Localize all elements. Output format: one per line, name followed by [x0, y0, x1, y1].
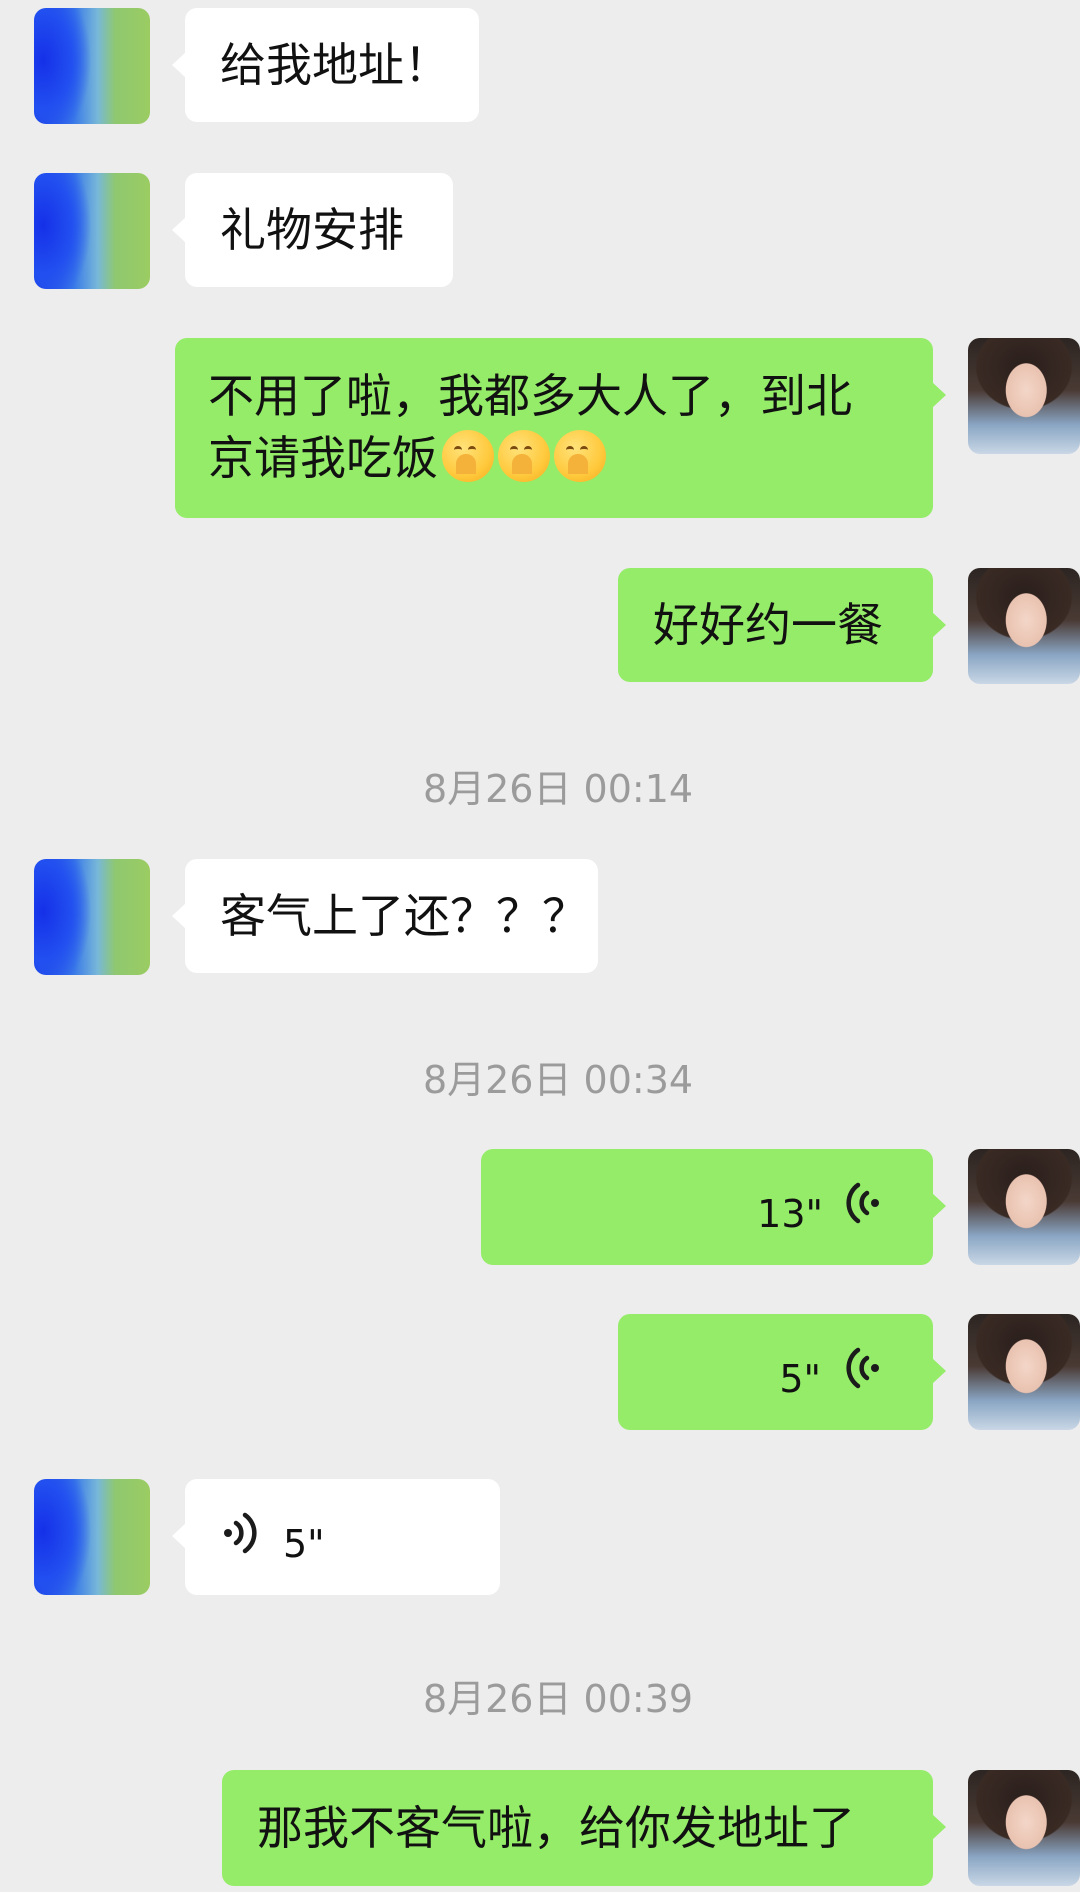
- message-text: 好好约一餐: [653, 598, 883, 652]
- message-text: 客气上了还？？？: [220, 889, 588, 943]
- message-bubble-outgoing[interactable]: 那我不客气啦，给你发地址了: [222, 1770, 946, 1886]
- voice-wave-icon: [846, 1347, 879, 1389]
- face-with-hand-over-mouth-emoji: [554, 430, 606, 482]
- message-bubble-incoming[interactable]: 礼物安排: [172, 173, 453, 287]
- voice-duration: 13": [757, 1192, 823, 1236]
- my-avatar[interactable]: [968, 338, 1080, 454]
- voice-duration: 5": [283, 1522, 325, 1566]
- message-text: 礼物安排: [220, 203, 404, 257]
- message-bubble-outgoing[interactable]: 不用了啦，我都多大人了，到北 京请我吃饭: [175, 338, 946, 518]
- chat-timestamp: 8月26日 00:39: [422, 1677, 694, 1721]
- contact-avatar[interactable]: [34, 8, 150, 124]
- message-text: 那我不客气啦，给你发地址了: [257, 1801, 855, 1855]
- chat-timestamp: 8月26日 00:14: [422, 767, 694, 811]
- my-avatar[interactable]: [968, 1314, 1080, 1430]
- chat-timestamp: 8月26日 00:34: [422, 1058, 694, 1102]
- voice-message-incoming[interactable]: 5": [172, 1479, 500, 1595]
- message-bubble-incoming[interactable]: 给我地址！: [172, 8, 479, 122]
- message-bubble-outgoing[interactable]: 好好约一餐: [618, 568, 946, 682]
- message-bubble-incoming[interactable]: 客气上了还？？？: [172, 859, 598, 973]
- voice-message-outgoing[interactable]: 13": [481, 1149, 946, 1265]
- contact-avatar[interactable]: [34, 859, 150, 975]
- voice-message-outgoing[interactable]: 5": [618, 1314, 946, 1430]
- message-text: 给我地址！: [220, 38, 450, 92]
- message-text-line-2: 京请我吃饭: [208, 431, 438, 485]
- my-avatar[interactable]: [968, 1770, 1080, 1886]
- face-with-hand-over-mouth-emoji: [498, 430, 550, 482]
- face-with-hand-over-mouth-emoji: [442, 430, 494, 482]
- voice-duration: 5": [779, 1357, 821, 1401]
- contact-avatar[interactable]: [34, 1479, 150, 1595]
- contact-avatar[interactable]: [34, 173, 150, 289]
- my-avatar[interactable]: [968, 1149, 1080, 1265]
- my-avatar[interactable]: [968, 568, 1080, 684]
- message-text-line-1: 不用了啦，我都多大人了，到北: [208, 369, 852, 423]
- message-text-line-2-wrap: 京请我吃饭: [208, 427, 606, 489]
- voice-wave-icon: [846, 1182, 879, 1224]
- voice-wave-icon: [224, 1512, 257, 1554]
